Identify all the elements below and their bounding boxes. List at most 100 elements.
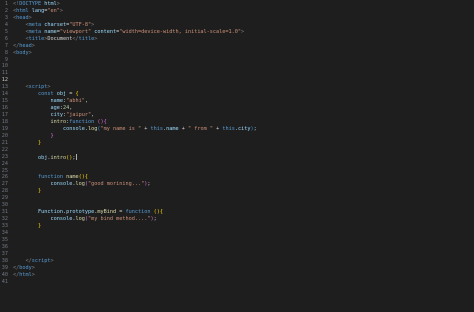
code-line[interactable] (13, 237, 474, 244)
code-token: "width=device-width, initial-scale=1.0" (119, 28, 242, 35)
code-line[interactable]: <head> (13, 15, 474, 22)
line-number: 16 (1, 105, 8, 112)
code-line[interactable] (13, 168, 474, 175)
code-line[interactable]: </body> (13, 265, 474, 272)
code-token: script (28, 84, 48, 91)
code-line[interactable] (13, 202, 474, 209)
line-number: 18 (1, 118, 8, 125)
code-line[interactable]: function name(){ (13, 174, 474, 181)
code-token: const (38, 91, 54, 98)
code-line[interactable] (13, 251, 474, 258)
code-line[interactable] (13, 57, 474, 64)
line-number: 32 (1, 216, 8, 223)
code-token: function (125, 209, 151, 216)
code-line[interactable]: console.log("my name is " + this.name + … (13, 126, 474, 133)
code-line[interactable]: intro:function (){ (13, 119, 474, 126)
code-token: , (84, 98, 88, 105)
code-token: head (19, 42, 32, 49)
code-line[interactable] (13, 70, 474, 77)
code-token: myBind (97, 209, 117, 216)
code-line[interactable]: const obj = { (13, 91, 474, 98)
line-number: 7 (4, 42, 8, 49)
code-editor[interactable]: 1 2 3 4 5 6 7 8 9 10 11 12 13 14 15 16 17 18 19 20 21 22 23 24 2… (0, 0, 474, 312)
code-token: { (159, 209, 163, 216)
code-area[interactable]: <!DOCTYPE html> <html lang="en"> <head> <m… (13, 1, 474, 285)
code-token: > (28, 14, 32, 21)
text-cursor (75, 153, 77, 160)
line-number: 1 (4, 1, 8, 7)
line-number: 17 (1, 112, 8, 118)
code-line[interactable]: } (13, 133, 474, 140)
code-token: console (50, 216, 73, 223)
code-token: > (31, 264, 35, 271)
code-line[interactable] (13, 195, 474, 202)
code-line[interactable]: <meta name="viewport" content="width=dev… (13, 29, 474, 36)
code-line[interactable] (13, 279, 474, 286)
code-line[interactable] (13, 77, 474, 84)
code-line[interactable]: <body> (13, 50, 474, 57)
code-line[interactable] (13, 230, 474, 237)
code-line[interactable]: } (13, 223, 474, 230)
code-token: log (75, 216, 85, 223)
code-token: { (75, 91, 79, 98)
code-line[interactable]: city:"jaipur", (13, 112, 474, 119)
code-line[interactable]: age:24, (13, 105, 474, 112)
line-number: 33 (1, 223, 8, 229)
line-number: 29 (1, 195, 8, 202)
code-line[interactable]: console.log("good morining..."); (13, 181, 474, 188)
code-line[interactable]: <title>Document</title> (13, 36, 474, 43)
code-line[interactable]: console.log("my bind method...."); (13, 216, 474, 223)
code-token: } (38, 139, 42, 146)
line-number: 6 (4, 35, 8, 42)
code-token: this (222, 125, 235, 132)
line-number: 37 (1, 250, 8, 257)
code-line[interactable]: </head> (13, 43, 474, 50)
code-line[interactable]: <!DOCTYPE html> (13, 1, 474, 8)
code-token: name (166, 125, 179, 132)
line-number: 25 (1, 167, 8, 174)
line-number: 2 (4, 7, 8, 14)
code-token: charset (44, 21, 67, 28)
code-token: function (38, 174, 63, 181)
code-line[interactable]: <html lang="en"> (13, 8, 474, 15)
code-line[interactable]: name:"abhi", (13, 98, 474, 105)
line-number: 12 (1, 77, 8, 84)
line-number: 8 (4, 49, 8, 56)
code-line[interactable] (13, 161, 474, 168)
code-line[interactable]: obj.intro(); (13, 153, 474, 161)
code-line[interactable] (13, 147, 474, 154)
code-line[interactable]: </script> (13, 258, 474, 265)
code-line[interactable] (13, 63, 474, 70)
code-token: " from " (187, 125, 213, 132)
code-token: meta (28, 28, 42, 35)
line-number: 38 (1, 257, 8, 264)
code-line[interactable] (13, 244, 474, 251)
line-number: 14 (1, 91, 8, 98)
code-line[interactable]: } (13, 188, 474, 195)
line-number: 9 (4, 56, 8, 63)
code-token: head (16, 14, 29, 21)
code-line[interactable]: Function.prototype.myBind = function (){ (13, 209, 474, 216)
code-token: "UTF-8" (69, 21, 92, 28)
code-token: console (50, 181, 73, 188)
code-token: > (50, 257, 54, 264)
line-number: 5 (4, 28, 8, 35)
code-line[interactable]: } (13, 140, 474, 147)
code-line[interactable]: </html> (13, 272, 474, 279)
code-line[interactable]: <meta charset="UTF-8"> (13, 22, 474, 29)
code-token: > (47, 84, 51, 91)
line-number: 22 (1, 146, 8, 153)
line-number: 41 (1, 278, 8, 285)
code-line[interactable]: <script> (13, 84, 474, 91)
